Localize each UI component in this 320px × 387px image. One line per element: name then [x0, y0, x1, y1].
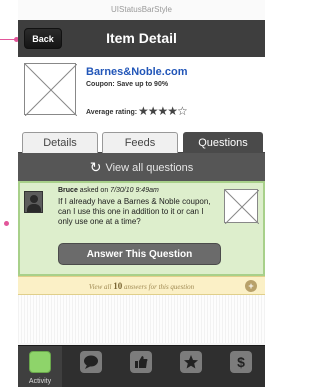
star-icon[interactable] [180, 351, 202, 373]
item-summary: Barnes&Noble.com Coupon: Save up to 90% … [18, 57, 265, 129]
thumbs-up-icon[interactable] [130, 351, 152, 373]
phone-screen: UIStatusBarStyle Back Item Detail Barnes… [18, 0, 265, 387]
image-placeholder-icon [24, 63, 78, 117]
question-text: If I already have a Barnes & Noble coupo… [58, 197, 211, 226]
tab-details[interactable]: Details [22, 132, 98, 153]
tab-bar-label-activity: Activity [28, 378, 52, 385]
tab-bar: Activity $ [18, 345, 265, 387]
question-card: Bruce asked on 7/30/10 9:49am If I alrea… [18, 181, 265, 276]
empty-list-area [18, 295, 265, 343]
tab-questions[interactable]: Questions [183, 132, 263, 153]
question-image-placeholder [224, 189, 260, 225]
dollar-icon[interactable]: $ [230, 351, 252, 373]
status-bar: UIStatusBarStyle [18, 0, 265, 20]
avatar [24, 191, 43, 213]
question-author: Bruce [58, 187, 78, 194]
activity-icon[interactable] [29, 351, 51, 373]
view-all-answers-link[interactable]: View all 10 answers for this question + [18, 276, 265, 295]
answers-suffix: answers for this question [123, 283, 195, 291]
tab-feeds[interactable]: Feeds [102, 132, 178, 153]
refresh-icon: ↻ [89, 159, 102, 175]
annotation-dot [4, 221, 9, 226]
navigation-bar: Back Item Detail [18, 20, 265, 57]
segmented-tabs: Details Feeds Questions [18, 129, 265, 153]
answers-prefix: View all [88, 283, 112, 291]
star-rating: ★★★★☆ [138, 104, 188, 118]
chat-bubble-icon[interactable] [80, 351, 102, 373]
asked-on-label: asked on [79, 187, 109, 194]
item-name-link[interactable]: Barnes&Noble.com [86, 66, 187, 78]
add-answer-icon[interactable]: + [245, 280, 257, 292]
question-timestamp: 7/30/10 9:49am [110, 187, 159, 194]
question-meta: Bruce asked on 7/30/10 9:49am [58, 187, 159, 194]
answers-count: 10 [113, 281, 123, 291]
status-bar-label: UIStatusBarStyle [111, 5, 172, 14]
answer-question-button[interactable]: Answer This Question [58, 243, 221, 265]
svg-text:$: $ [237, 354, 245, 370]
page-title: Item Detail [106, 30, 177, 46]
image-placeholder-icon [224, 189, 260, 225]
coupon-text: Coupon: Save up to 90% [86, 81, 169, 88]
rating-label: Average rating: [86, 109, 138, 116]
view-all-questions-button[interactable]: ↻ View all questions [18, 153, 265, 181]
item-image-placeholder [24, 63, 78, 117]
view-all-questions-label: View all questions [105, 162, 194, 174]
